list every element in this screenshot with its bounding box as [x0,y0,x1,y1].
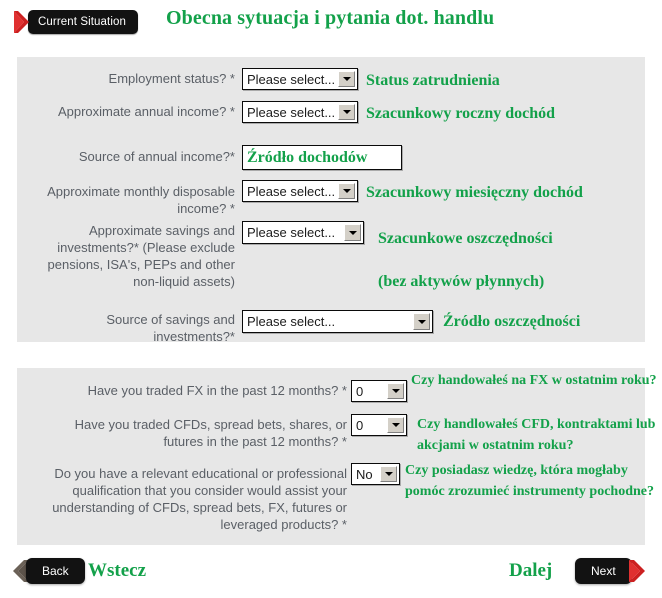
page-header: Current Situation Obecna sytuacja i pyta… [0,0,662,48]
chevron-down-icon[interactable] [413,313,430,330]
next-button[interactable]: Next [575,558,646,584]
page-footer: Back Wstecz Dalej Next [0,548,662,598]
back-button-label: Back [26,558,85,584]
next-button-label: Next [575,558,632,584]
annotation-savings-line2: (bez aktywów płynnych) [378,273,545,290]
employment-status-select[interactable]: Please select... [242,68,358,90]
qualification-select[interactable]: No [351,463,400,485]
next-label-pl: Dalej [509,560,553,581]
field-value: Źródło dochodów [247,148,368,166]
source-of-annual-income-field[interactable]: Źródło dochodów [242,145,402,170]
form-row: Do you have a relevant educational or pr… [42,465,347,533]
page-root: Current Situation Obecna sytuacja i pyta… [0,0,662,598]
field-label: Do you have a relevant educational or pr… [52,466,347,532]
select-value: 0 [356,417,364,433]
traded-cfds-select[interactable]: 0 [351,414,407,436]
form-row: Approximate monthly disposable income? * [25,183,235,217]
field-label: Have you traded FX in the past 12 months… [87,383,347,398]
chevron-down-icon[interactable] [387,383,404,399]
annotation-annual-income: Szacunkowy roczny dochód [366,105,556,122]
form-row: Employment status? * [60,70,235,87]
chevron-down-icon[interactable] [338,71,355,87]
chevron-down-icon[interactable] [344,224,361,241]
select-value: Please select... [247,183,336,199]
annotation-source-of-savings: Źródło oszczędności [443,313,581,330]
annual-income-select[interactable]: Please select... [242,101,358,123]
select-value: No [356,466,373,482]
red-chevron-right-icon [14,10,30,34]
select-value: 0 [356,383,364,399]
field-label: Source of annual income?* [78,149,235,164]
chevron-down-icon[interactable] [338,104,355,120]
form-row: Source of savings and investments?* [60,311,235,345]
field-label: Approximate monthly disposable income? * [47,184,235,216]
annotation-monthly-disposable-income: Szacunkowy miesięczny dochód [366,184,583,201]
chevron-down-icon[interactable] [387,417,404,433]
chevron-down-icon[interactable] [380,466,397,482]
field-label: Approximate savings and investments?* (P… [47,223,235,289]
form-row: Source of annual income?* [60,148,235,165]
select-value: Please select... [247,225,336,240]
field-label: Have you traded CFDs, spread bets, share… [74,417,347,449]
traded-fx-select[interactable]: 0 [351,380,407,402]
annotation-employment-status: Status zatrudnienia [366,72,500,89]
annotation-qualification: Czy posiadasz wiedzę, która mogłaby pomó… [405,463,654,499]
form-row: Have you traded CFDs, spread bets, share… [42,416,347,450]
annotation-traded-fx: Czy handowałeś na FX w ostatnim roku? [411,373,657,388]
select-value: Please select... [247,104,336,120]
chevron-down-icon[interactable] [338,183,355,199]
select-value: Please select... [247,71,336,87]
section-badge-label: Current Situation [28,10,138,34]
savings-and-investments-select[interactable]: Please select... [242,221,364,244]
field-label: Employment status? * [108,71,235,86]
field-label: Source of savings and investments?* [106,312,235,344]
select-value: Please select... [247,314,336,329]
red-chevron-right-icon [628,558,646,584]
monthly-disposable-income-select[interactable]: Please select... [242,180,358,202]
back-button[interactable]: Back [12,558,85,584]
field-label: Approximate annual income? * [57,104,235,119]
source-of-savings-select[interactable]: Please select... [242,310,433,333]
annotation-savings: Szacunkowe oszczędności [378,230,553,247]
section-badge: Current Situation [14,10,138,34]
form-row: Approximate annual income? * [40,103,235,120]
annotation-traded-cfds: Czy handlowałeś CFD, kontraktami lub akc… [417,417,656,453]
form-row: Have you traded FX in the past 12 months… [42,382,347,399]
back-label-pl: Wstecz [88,560,147,581]
page-title: Obecna sytuacja i pytania dot. handlu [166,7,495,29]
form-row: Approximate savings and investments?* (P… [25,222,235,290]
